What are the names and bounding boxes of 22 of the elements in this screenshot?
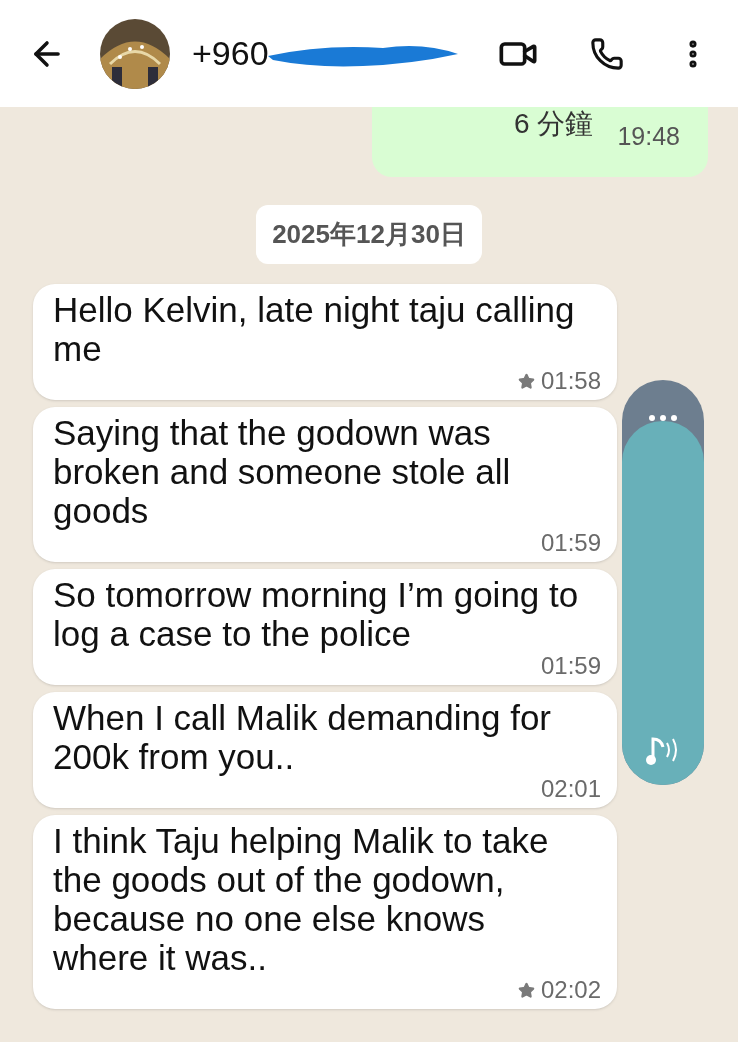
message-text: I think Taju helping Malik to take the goods out of the godown, because no one else knows where it was.. <box>53 821 550 977</box>
message-time: 19:48 <box>617 120 680 152</box>
contact-name[interactable]: +960 <box>192 28 269 79</box>
more-icon[interactable] <box>648 414 678 422</box>
message-text: 6 分鐘 <box>514 107 594 141</box>
message-bubble[interactable]: When I call Malik demanding for 200k from you.. 02:01 <box>33 692 617 808</box>
message-bubble[interactable]: I think Taju helping Malik to take the goods out of the godown, because no one else knows where it was.. 02:02 <box>33 815 617 1009</box>
phone-icon[interactable] <box>590 36 624 71</box>
message-bubble[interactable]: Hello Kelvin, late night taju calling me 01:58 <box>33 284 617 400</box>
message-time: 02:02 <box>540 977 601 1003</box>
message-text: When I call Malik demanding for 200k from you.. <box>53 698 552 776</box>
message-time: 01:58 <box>540 368 601 394</box>
message-bubble[interactable]: So tomorrow morning I’m going to log a case to the police 01:59 <box>33 569 617 685</box>
message-time: 01:59 <box>540 530 601 556</box>
message-text: Hello Kelvin, late night taju calling me <box>53 290 576 368</box>
message-text: So tomorrow morning I’m going to log a case to the police <box>53 575 580 653</box>
message-text: Saying that the godown was broken and someone stole all goods <box>53 413 512 530</box>
message-time: 02:01 <box>540 776 601 802</box>
date-chip: 2025年12月30日 <box>256 205 482 264</box>
message-bubble[interactable]: Saying that the godown was broken and someone stole all goods 01:59 <box>33 407 617 562</box>
sent-bubble[interactable]: 6 分鐘 19:48 <box>372 107 708 177</box>
message-time: 01:59 <box>540 653 601 679</box>
